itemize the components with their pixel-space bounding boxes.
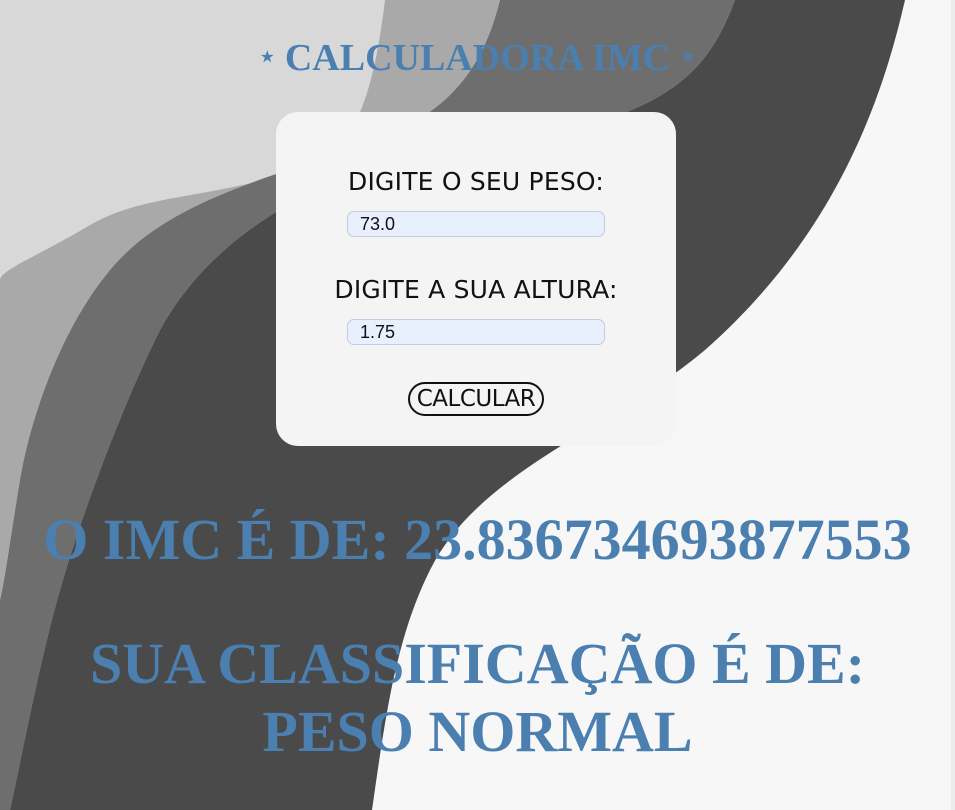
- page-title: ⋆ CALCULADORA IMC ⋆: [0, 36, 955, 80]
- altura-label: DIGITE A SUA ALTURA:: [334, 275, 618, 304]
- peso-input[interactable]: [347, 211, 605, 237]
- classification-value: PESO NORMAL: [262, 699, 693, 764]
- calcular-button[interactable]: CALCULAR: [408, 382, 544, 416]
- peso-label: DIGITE O SEU PESO:: [348, 167, 604, 196]
- title-star-right-icon: ⋆: [679, 42, 696, 71]
- classification-heading: SUA CLASSIFICAÇÃO É DE:: [89, 631, 866, 696]
- altura-input[interactable]: [347, 319, 605, 345]
- imc-form-card: DIGITE O SEU PESO: DIGITE A SUA ALTURA: …: [276, 112, 676, 446]
- title-star-left-icon: ⋆: [259, 42, 276, 71]
- title-text: CALCULADORA IMC: [284, 37, 671, 79]
- imc-result-text: O IMC É DE: 23.836734693877553: [43, 507, 912, 572]
